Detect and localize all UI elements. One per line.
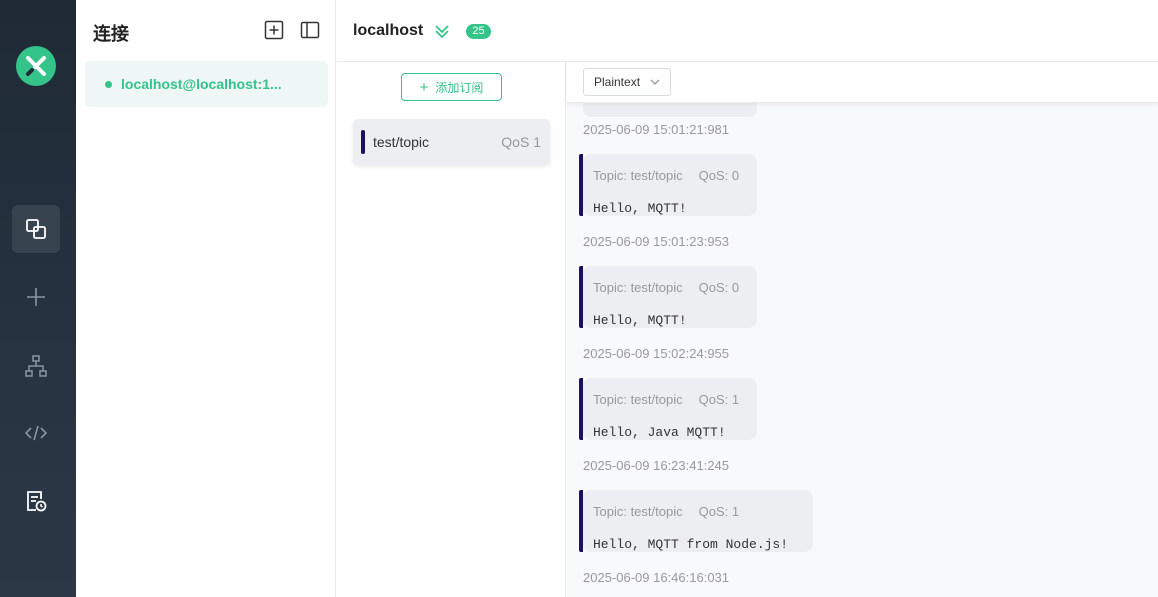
- mqttx-logo: [16, 46, 56, 86]
- message-color-bar: [579, 154, 583, 216]
- connection-header: localhost 25: [337, 0, 1158, 62]
- message-color-bar: [579, 490, 583, 552]
- connections-panel: 连接 localhost@localhost:1...: [76, 0, 336, 597]
- expand-button[interactable]: [434, 23, 450, 44]
- message-bubble[interactable]: Topic: test/topic QoS: 1 Hello, Java MQTT…: [579, 378, 757, 440]
- message-bubble-partial: [583, 103, 757, 117]
- add-subscription-label: 添加订阅: [435, 80, 484, 95]
- subscription-topic: test/topic: [373, 134, 430, 150]
- message-qos: QoS: 1: [698, 392, 740, 407]
- message-payload: Hello, MQTT!: [593, 201, 687, 216]
- log-icon: [27, 491, 47, 512]
- message-time: 2025-06-09 15:01:23:953: [583, 234, 730, 249]
- message-count-badge: 25: [466, 24, 491, 39]
- message-time: 2025-06-09 16:46:16:031: [583, 570, 730, 585]
- connections-title: 连接: [93, 24, 129, 44]
- connection-title: localhost: [353, 22, 424, 39]
- message-color-bar: [579, 266, 583, 328]
- message-bubble[interactable]: Topic: test/topic QoS: 1 Hello, MQTT from…: [579, 490, 813, 552]
- message-payload: Hello, MQTT!: [593, 313, 687, 328]
- message-qos: QoS: 1: [698, 504, 740, 519]
- payload-format-value: Plaintext: [594, 75, 641, 89]
- message-payload: Hello, Java MQTT!: [593, 425, 726, 440]
- message-qos: QoS: 0: [698, 168, 740, 183]
- subscription-item[interactable]: test/topic QoS 1: [353, 119, 550, 165]
- messages-list[interactable]: 2025-06-09 15:01:21:981 Topic: test/topi…: [567, 103, 1158, 597]
- message-bubble[interactable]: Topic: test/topic QoS: 0 Hello, MQTT!: [579, 154, 757, 216]
- rail-new-connection-button[interactable]: [12, 273, 60, 321]
- hierarchy-icon: [25, 355, 47, 377]
- new-connection-button[interactable]: [264, 20, 284, 40]
- sidebar-rail: [0, 0, 76, 597]
- plus-icon: [27, 288, 45, 306]
- message-meta: Topic: test/topic QoS: 0: [593, 168, 739, 183]
- message-bubble[interactable]: Topic: test/topic QoS: 0 Hello, MQTT!: [579, 266, 757, 328]
- connection-name: localhost@localhost:1...: [121, 76, 282, 92]
- toggle-sidebar-button[interactable]: [300, 20, 320, 40]
- rail-topology-button[interactable]: [12, 342, 60, 390]
- plus-icon: +: [419, 78, 429, 96]
- messages-toolbar: Plaintext: [567, 62, 1158, 103]
- message-meta: Topic: test/topic QoS: 0: [593, 280, 739, 295]
- message-topic: Topic: test/topic: [593, 392, 683, 407]
- payload-format-select[interactable]: Plaintext: [583, 68, 671, 96]
- sidebar-toggle-icon: [300, 21, 320, 39]
- message-payload: Hello, MQTT from Node.js!: [593, 537, 789, 552]
- message-color-bar: [579, 378, 583, 440]
- message-time: 2025-06-09 16:23:41:245: [583, 458, 730, 473]
- message-topic: Topic: test/topic: [593, 280, 683, 295]
- logo-icon: [26, 56, 46, 76]
- message-meta: Topic: test/topic QoS: 1: [593, 392, 739, 407]
- chevron-down-icon: [650, 79, 660, 85]
- message-topic: Topic: test/topic: [593, 504, 683, 519]
- subscriptions-panel: + 添加订阅 test/topic QoS 1: [337, 62, 566, 597]
- plus-square-icon: [264, 20, 284, 40]
- code-icon: [24, 425, 48, 441]
- message-time: 2025-06-09 15:01:21:981: [583, 122, 730, 137]
- rail-script-button[interactable]: [12, 409, 60, 457]
- message-time: 2025-06-09 15:02:24:955: [583, 346, 730, 361]
- rail-connections-button[interactable]: [12, 205, 60, 253]
- subscription-color-bar: [361, 130, 365, 154]
- message-qos: QoS: 0: [698, 280, 740, 295]
- double-chevron-down-icon: [435, 25, 449, 39]
- message-meta: Topic: test/topic QoS: 1: [593, 504, 739, 519]
- connected-status-dot: [105, 80, 112, 88]
- message-topic: Topic: test/topic: [593, 168, 683, 183]
- add-subscription-button[interactable]: + 添加订阅: [401, 73, 502, 101]
- rail-log-button[interactable]: [12, 477, 60, 525]
- connection-item[interactable]: localhost@localhost:1...: [85, 61, 328, 107]
- subscription-qos: QoS 1: [501, 134, 541, 150]
- connections-icon: [26, 219, 46, 239]
